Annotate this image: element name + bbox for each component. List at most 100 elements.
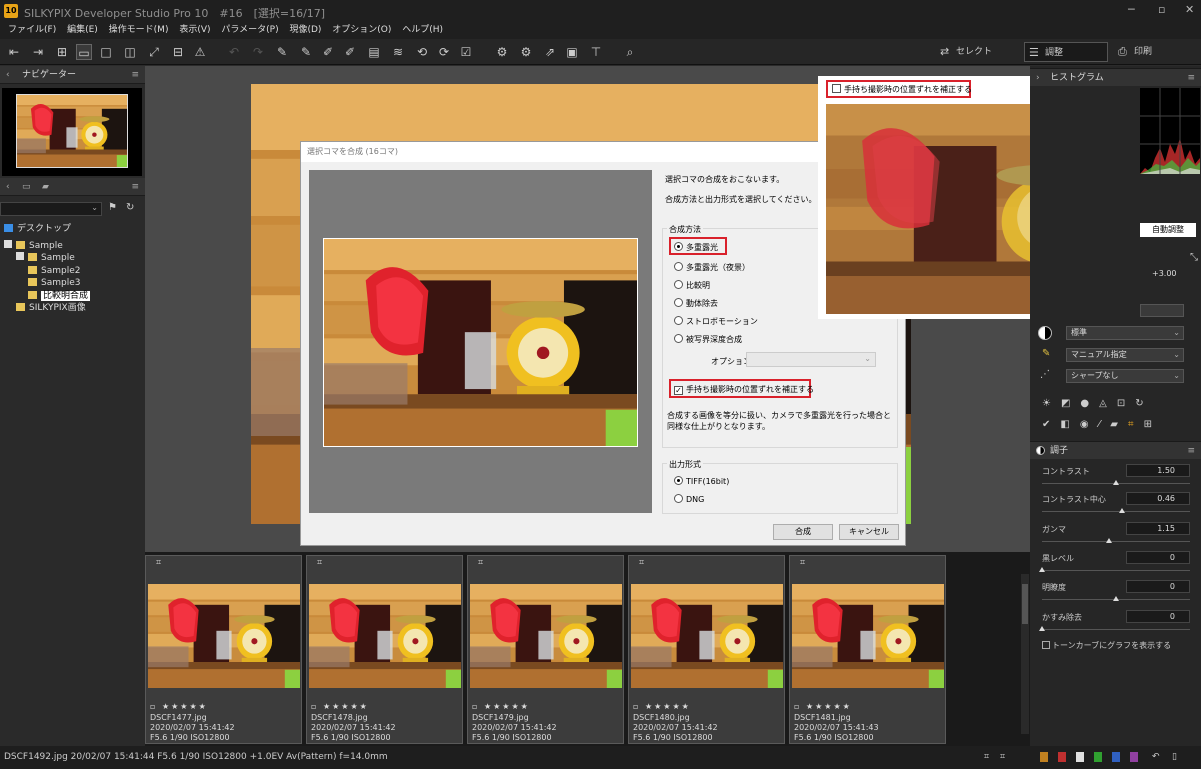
thumbnail[interactable]: ⌗ ▫ ★★★★★ DSCF1481.jpg 2020/02/07 15:41:43 F… <box>789 555 946 744</box>
filmstrip-scrollbar[interactable] <box>1021 574 1029 734</box>
contrast-slider[interactable]: コントラスト 1.50 <box>1042 464 1192 494</box>
rating-stars[interactable]: ▫ ★★★★★ <box>472 702 530 711</box>
expand-icon[interactable]: ⤡ <box>1190 252 1198 263</box>
method-night[interactable]: 多重露光（夜景） <box>674 262 750 273</box>
output-tiff[interactable]: TIFF(16bit) <box>674 476 729 486</box>
panel-menu-icon[interactable]: ≡ <box>1187 69 1195 87</box>
layers-icon[interactable]: ≋ <box>390 44 406 60</box>
tree-item[interactable]: Sample <box>4 239 144 253</box>
tool-icons-row-1[interactable]: ☀◩●◬⊡↻ <box>1042 398 1154 409</box>
folder-icon[interactable]: ▰ <box>42 178 49 196</box>
method-remove-motion[interactable]: 動体除去 <box>674 298 718 309</box>
output-dng[interactable]: DNG <box>674 494 704 504</box>
rating-stars[interactable]: ▫ ★★★★★ <box>311 702 369 711</box>
thumbnail[interactable]: ⌗ ▫ ★★★★★ DSCF1477.jpg 2020/02/07 15:41:42 F… <box>145 555 302 744</box>
color-label-icon[interactable] <box>1094 752 1102 762</box>
tool-icons-row-2[interactable]: ✔◧◉⁄▰⌗⊞ <box>1042 419 1162 430</box>
rotate-left-icon[interactable]: ⟲ <box>414 44 430 60</box>
tree-item-selected[interactable]: 比較明合成 <box>4 290 144 303</box>
status-tool-icon[interactable]: ⌗ <box>1000 746 1005 769</box>
refresh-icon[interactable]: ↻ <box>126 202 134 213</box>
option-select[interactable]: ⌄ <box>746 352 876 367</box>
method-strobe[interactable]: ストロボモーション <box>674 316 758 327</box>
export-icon[interactable]: ⇗ <box>542 44 558 60</box>
color-label-icon[interactable] <box>1130 752 1138 762</box>
method-multi-exposure[interactable]: 多重露光 <box>674 242 718 253</box>
panel-menu-icon[interactable]: ≡ <box>1187 442 1195 460</box>
menu-view[interactable]: 表示(V) <box>179 22 210 39</box>
tree-item[interactable]: Sample2 <box>4 265 144 278</box>
expand-icon[interactable] <box>16 252 24 260</box>
panel-menu-icon[interactable]: ≡ <box>131 66 139 84</box>
select-mode-button[interactable]: ⇄ セレクト <box>936 42 1014 62</box>
fullscreen-icon[interactable]: ⤢ <box>146 44 162 60</box>
menu-parameter[interactable]: パラメータ(P) <box>221 22 278 39</box>
gamma-slider[interactable]: ガンマ 1.15 <box>1042 522 1192 552</box>
rating-stars[interactable]: ▫ ★★★★★ <box>633 702 691 711</box>
undo-icon[interactable]: ↶ <box>1152 746 1160 769</box>
color-label-icon[interactable] <box>1058 752 1066 762</box>
color-label-icon[interactable] <box>1040 752 1048 762</box>
adjust-mode-button[interactable]: ☰ 調整 <box>1024 42 1108 62</box>
method-lighten[interactable]: 比較明 <box>674 280 710 291</box>
cancel-button[interactable]: キャンセル <box>839 524 899 540</box>
menu-option[interactable]: オプション(O) <box>332 22 391 39</box>
expand-icon[interactable] <box>4 239 12 248</box>
thumbnail[interactable]: ⌗ ▫ ★★★★★ DSCF1479.jpg 2020/02/07 15:41:42 F… <box>467 555 624 744</box>
align-checkbox[interactable]: ✓ 手持ち撮影時の位置ずれを補正する <box>674 384 814 395</box>
status-tool-icon[interactable]: ⌗ <box>984 746 989 769</box>
redo-icon[interactable]: ↷ <box>250 44 266 60</box>
undo-icon[interactable]: ↶ <box>226 44 242 60</box>
search-icon[interactable]: ⌕ <box>622 44 638 60</box>
collapse-icon[interactable]: ‹ <box>6 66 10 84</box>
develop-icon[interactable]: ⚙ <box>494 44 510 60</box>
single-view-icon[interactable]: □ <box>98 44 114 60</box>
preset-dropdown[interactable] <box>1140 304 1184 317</box>
print-mode-button[interactable]: ⎙ 印刷 <box>1114 42 1184 62</box>
thumbnail[interactable]: ⌗ ▫ ★★★★★ DSCF1478.jpg 2020/02/07 15:41:42 F… <box>306 555 463 744</box>
panel-menu-icon[interactable]: ≡ <box>131 178 139 196</box>
color-label-icon[interactable] <box>1112 752 1120 762</box>
check-icon[interactable]: ☑ <box>458 44 474 60</box>
rotate-right-icon[interactable]: ⟳ <box>436 44 452 60</box>
tree-item[interactable]: デスクトップ <box>4 223 144 236</box>
copy-param-icon[interactable]: ✐ <box>320 44 336 60</box>
clarity-slider[interactable]: 明瞭度 0 <box>1042 580 1192 610</box>
menu-mode[interactable]: 操作モード(M) <box>109 22 169 39</box>
black-level-slider[interactable]: 黒レベル 0 <box>1039 551 1192 581</box>
bookmark-icon[interactable]: ⚑ <box>108 202 117 213</box>
tone-dropdown[interactable]: 標準 ⌄ <box>1066 326 1184 340</box>
ok-button[interactable]: 合成 <box>773 524 833 540</box>
tool-icon[interactable]: ⊤ <box>588 44 604 60</box>
batch-develop-icon[interactable]: ⚙ <box>518 44 534 60</box>
preview-thumb-icon[interactable]: ▭ <box>76 44 92 60</box>
rating-stars[interactable]: ▫ ★★★★★ <box>150 702 208 711</box>
navigator-preview[interactable] <box>2 88 142 176</box>
chat-icon[interactable]: ▭ <box>22 178 31 196</box>
tree-item[interactable]: Sample3 <box>4 277 144 290</box>
apply-param-icon[interactable]: ✐ <box>342 44 358 60</box>
thumbnail[interactable]: ⌗ ▫ ★★★★★ DSCF1480.jpg 2020/02/07 15:41:42 F… <box>628 555 785 744</box>
grid-view-icon[interactable]: ⊞ <box>54 44 70 60</box>
collapse-icon[interactable]: › <box>1036 69 1040 87</box>
wb-dropdown[interactable]: マニュアル指定 ⌄ <box>1066 348 1184 362</box>
tree-item[interactable]: Sample <box>4 252 144 265</box>
path-dropdown[interactable]: ⌄ <box>0 202 102 216</box>
rating-stars[interactable]: ▫ ★★★★★ <box>794 702 852 711</box>
menu-develop[interactable]: 現像(D) <box>289 22 321 39</box>
contrast-center-slider[interactable]: コントラスト中心 0.46 <box>1042 492 1192 522</box>
collapse-icon[interactable]: ‹ <box>6 178 10 196</box>
dropper-icon[interactable]: ✎ <box>274 44 290 60</box>
maximize-button[interactable]: ▫ <box>1158 3 1165 16</box>
method-focus-stack[interactable]: 被写界深度合成 <box>674 334 742 345</box>
sharpness-dropdown[interactable]: シャープなし ⌄ <box>1066 369 1184 383</box>
close-button[interactable]: ✕ <box>1185 3 1194 16</box>
next-icon[interactable]: ⇥ <box>30 44 46 60</box>
trash-icon[interactable]: ▯ <box>1172 746 1177 769</box>
color-label-icon[interactable] <box>1076 752 1084 762</box>
batch-icon[interactable]: ▤ <box>366 44 382 60</box>
menu-file[interactable]: ファイル(F) <box>8 22 56 39</box>
minimize-button[interactable]: ─ <box>1128 3 1135 16</box>
menu-help[interactable]: ヘルプ(H) <box>402 22 443 39</box>
tree-item[interactable]: SILKYPIX画像 <box>4 302 144 315</box>
